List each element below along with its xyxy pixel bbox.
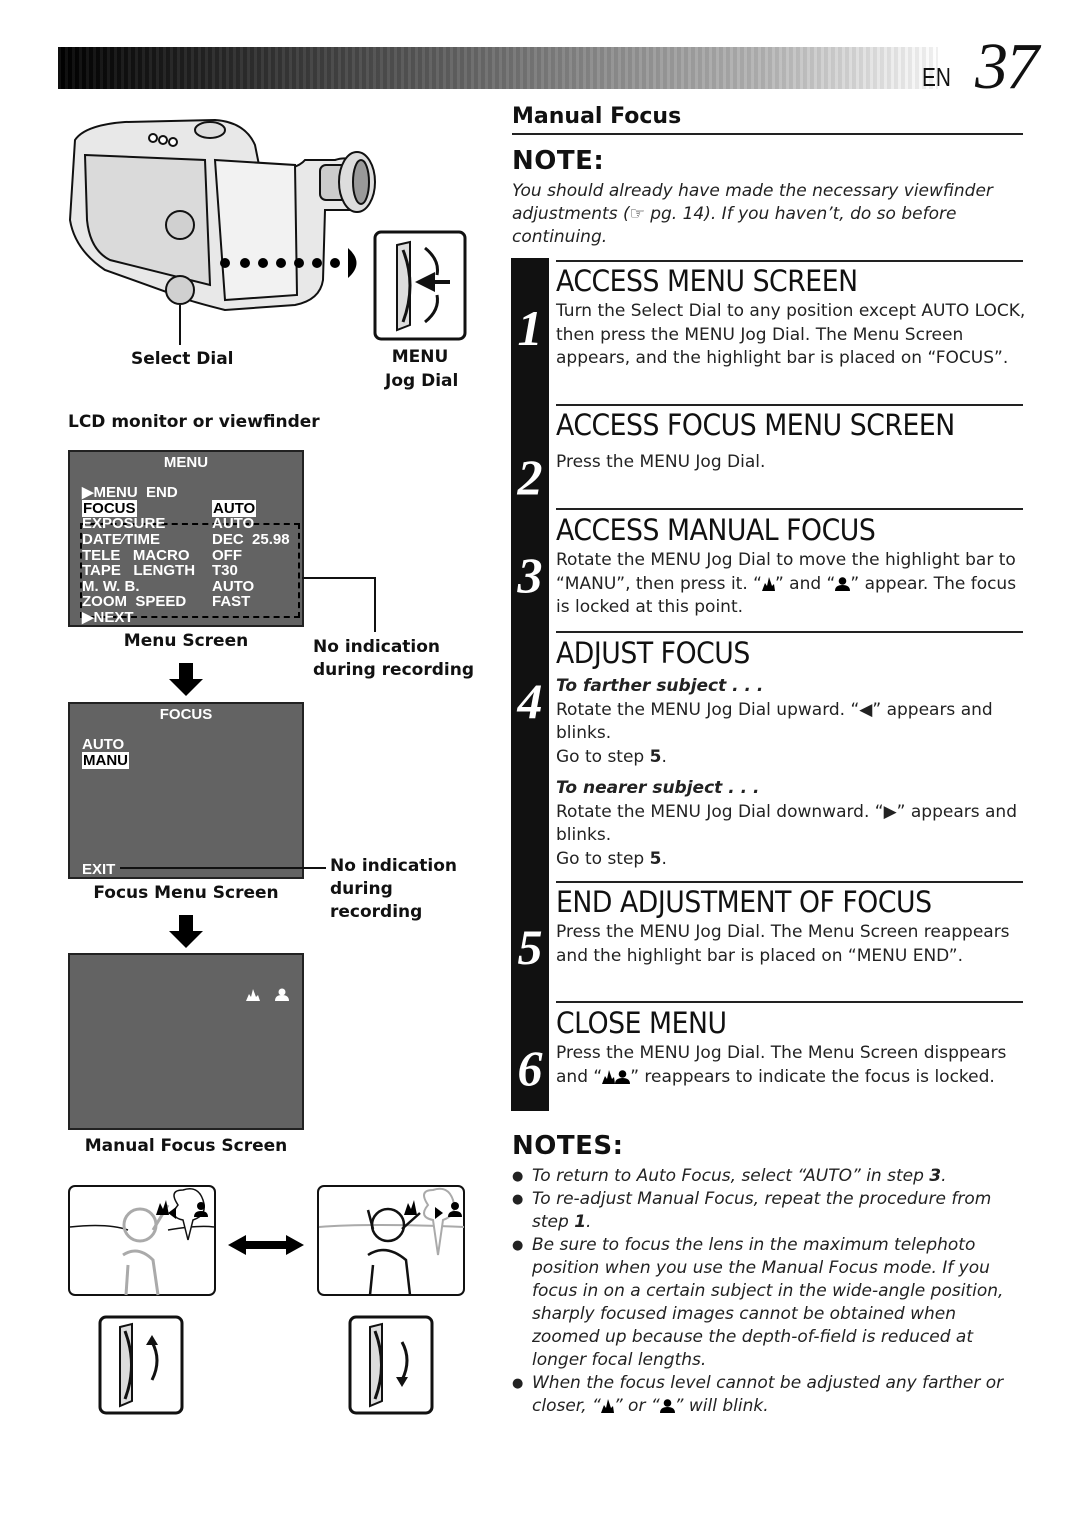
section-title: Manual Focus [512, 104, 682, 129]
select-dial-label: Select Dial [131, 349, 234, 369]
far-focus-icon [600, 1399, 614, 1413]
far-focus-icon [761, 576, 775, 591]
menu-value-tele-macro: OFF [212, 547, 242, 564]
step-divider [556, 881, 1023, 883]
near-focus-icon [659, 1399, 675, 1413]
step-4-body: To farther subject . . . Rotate the MENU… [556, 675, 1026, 871]
focus-callout-text-2: during [330, 879, 393, 899]
callout-line [120, 867, 326, 869]
double-arrow-icon [228, 1235, 304, 1255]
section-divider [512, 133, 1023, 135]
far-subject-heading: To farther subject . . . [556, 676, 764, 696]
near-subject-heading: To nearer subject . . . [556, 778, 760, 798]
note-item: To re-adjust Manual Focus, repeat the pr… [512, 1188, 1027, 1234]
far-goto: Go to step 5. [556, 746, 667, 767]
menu-callout-text-2: during recording [313, 660, 474, 680]
step-2-title: ACCESS FOCUS MENU SCREEN [556, 408, 955, 442]
page-number: 37 [975, 30, 1039, 103]
step-3-title: ACCESS MANUAL FOCUS [556, 513, 876, 547]
menu-row-tape-length: TAPE LENGTH [82, 562, 196, 579]
arrow-down-icon [169, 663, 203, 696]
step-1-title: ACCESS MENU SCREEN [556, 264, 858, 298]
step-1-body: Turn the Select Dial to any position exc… [556, 301, 1026, 368]
step-1-number: 1 [517, 300, 543, 356]
menu-jog-label-1: MENU [391, 347, 449, 367]
step-5-number: 5 [517, 919, 543, 975]
focus-callout-text-1: No indication [330, 856, 458, 876]
focus-callout-text-3: recording [330, 902, 423, 922]
jog-dial-up-icon [98, 1315, 184, 1415]
arrow-down-icon [169, 915, 203, 948]
menu-screen-title: MENU [163, 454, 209, 471]
focus-menu-screen: FOCUS AUTO MANU EXIT [68, 702, 304, 879]
focus-option-auto: AUTO [82, 736, 125, 753]
step-4-title: ADJUST FOCUS [556, 636, 750, 670]
step-divider [556, 260, 1023, 262]
step-5-title: END ADJUSTMENT OF FOCUS [556, 885, 932, 919]
menu-row-date-time: DATE⁄TIME [82, 531, 161, 548]
language-label: EN [922, 62, 951, 92]
menu-value-date-time: DEC 25.98 [212, 531, 290, 548]
notes-list: To return to Auto Focus, select “AUTO” i… [512, 1165, 1027, 1418]
note-text: You should already have made the necessa… [512, 181, 993, 247]
far-focus-icon [602, 1069, 616, 1084]
near-subject-body: Rotate the MENU Jog Dial downward. “▶” a… [556, 801, 1017, 846]
manual-focus-screen [68, 953, 304, 1130]
step-divider [556, 631, 1023, 633]
jog-dial-down-icon [348, 1315, 434, 1415]
menu-jog-dial-inset [373, 230, 467, 341]
note-item: Be sure to focus the lens in the maximum… [512, 1234, 1027, 1372]
step-6-body: Press the MENU Jog Dial. The Menu Screen… [556, 1043, 1007, 1087]
note-heading: NOTE: [512, 146, 605, 176]
step-2-number: 2 [517, 449, 543, 505]
menu-jog-label-2: Jog Dial [385, 371, 459, 391]
callout-line [374, 577, 376, 632]
step-6-title: CLOSE MENU [556, 1006, 727, 1040]
camcorder-illustration [68, 118, 467, 345]
step-5-body: Press the MENU Jog Dial. The Menu Screen… [556, 922, 1010, 966]
menu-row-next: ▶NEXT [82, 609, 134, 626]
note-item: To return to Auto Focus, select “AUTO” i… [512, 1165, 1027, 1188]
menu-row-menu-end: ▶MENU END [82, 484, 178, 501]
far-subject-body: Rotate the MENU Jog Dial upward. “◀” app… [556, 699, 993, 744]
lcd-monitor-label: LCD monitor or viewfinder [68, 412, 320, 432]
step-3-number: 3 [517, 547, 543, 603]
menu-callout-text-1: No indication [313, 637, 441, 657]
notes-heading: NOTES: [512, 1131, 624, 1161]
step-4-number: 4 [517, 673, 543, 729]
near-focus-icon [275, 988, 289, 1001]
note-item: When the focus level cannot be adjusted … [512, 1372, 1027, 1418]
step-3-text-b: ” and “ [774, 573, 836, 594]
callout-line [302, 577, 376, 579]
focus-menu-caption: Focus Menu Screen [93, 883, 279, 903]
near-focus-scene [317, 1185, 465, 1296]
menu-value-tape-length: T30 [212, 562, 238, 579]
near-focus-icon [615, 1069, 631, 1084]
step-6-number: 6 [517, 1040, 543, 1096]
menu-row-tele-macro: TELE MACRO [82, 547, 190, 564]
menu-row-exposure: EXPOSURE [82, 515, 166, 532]
far-focus-scene [68, 1185, 216, 1296]
menu-value-zoom-speed: FAST [212, 593, 251, 610]
step-divider [556, 404, 1023, 406]
step-divider [556, 508, 1023, 510]
step-divider [556, 1001, 1023, 1003]
menu-screen-caption: Menu Screen [123, 631, 249, 651]
menu-screen: MENU ▶MENU END FOCUS AUTO EXPOSURE AUTO … [68, 450, 304, 627]
far-focus-icon [246, 989, 260, 1001]
manual-focus-caption: Manual Focus Screen [84, 1136, 288, 1156]
step-3-body: Rotate the MENU Jog Dial to move the hig… [556, 549, 1026, 620]
menu-row-mwb: M. W. B. [82, 578, 140, 595]
near-focus-icon [835, 576, 851, 591]
menu-value-exposure: AUTO [212, 515, 255, 532]
menu-row-zoom-speed: ZOOM SPEED [82, 593, 187, 610]
focus-option-manu: MANU [82, 752, 129, 769]
focus-exit: EXIT [82, 861, 116, 878]
focus-comparison-illustration [68, 1185, 465, 1415]
near-goto: Go to step 5. [556, 848, 667, 869]
menu-value-mwb: AUTO [212, 578, 255, 595]
header-gradient-bar [58, 47, 938, 89]
step-2-body: Press the MENU Jog Dial. [556, 452, 766, 472]
focus-screen-title: FOCUS [159, 706, 213, 723]
